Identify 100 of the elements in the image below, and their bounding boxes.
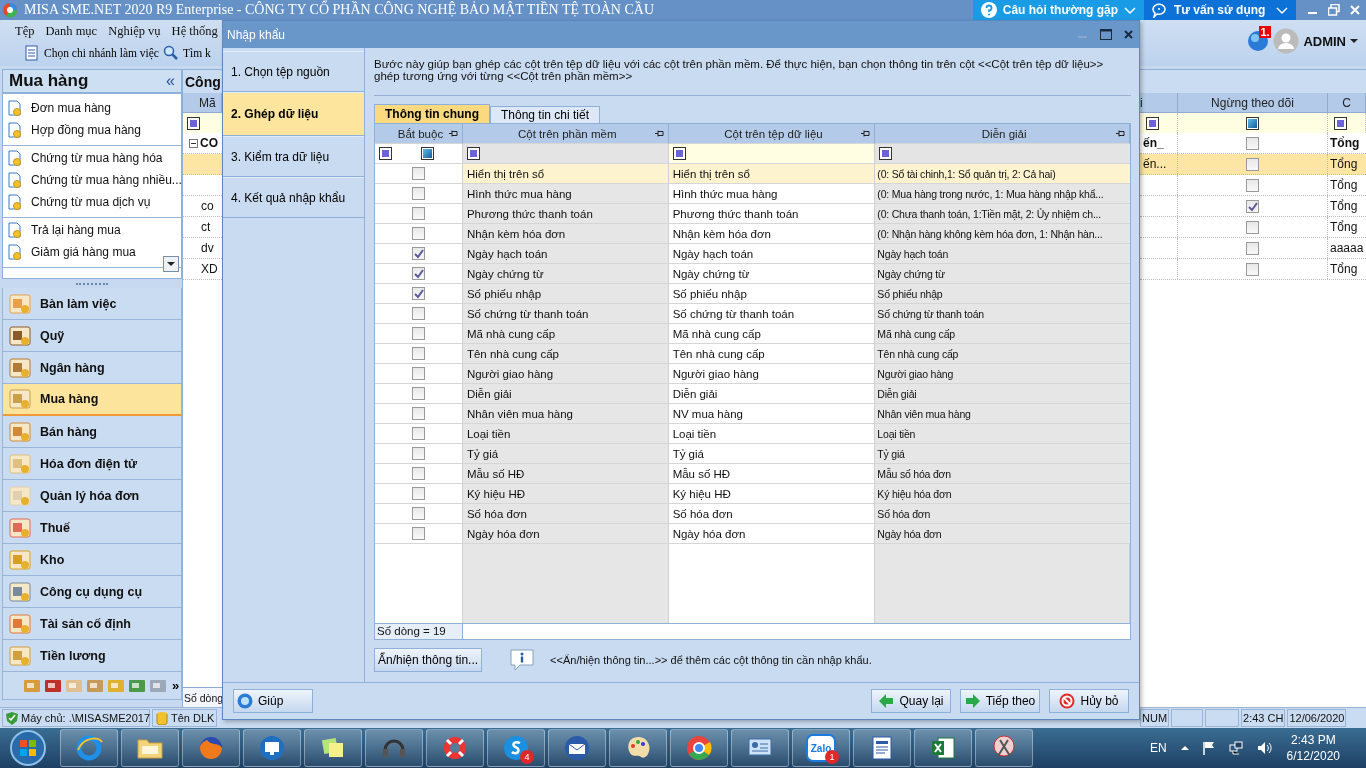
module-tab[interactable]: Công cụ dụng cụ bbox=[2, 576, 182, 608]
checkbox[interactable] bbox=[411, 267, 425, 280]
nav-link[interactable]: Giảm giá hàng mua bbox=[3, 241, 181, 263]
tab[interactable]: Thông tin chung bbox=[374, 104, 490, 123]
filter-toggle-icon[interactable] bbox=[379, 147, 392, 160]
user-name[interactable]: ADMIN bbox=[1303, 33, 1346, 49]
checkbox[interactable] bbox=[411, 527, 425, 540]
module-shortcut-icon[interactable] bbox=[44, 677, 62, 694]
module-tab[interactable]: Hóa đơn điện tử bbox=[2, 448, 182, 480]
table-row[interactable]: Người giao hàng Người giao hàng Người giao hàng bbox=[375, 364, 1130, 384]
menu-item[interactable]: Danh mục bbox=[44, 23, 99, 39]
table-cell[interactable]: Số chứng từ thanh toán bbox=[668, 304, 876, 324]
table-cell[interactable]: Diễn giải bbox=[668, 384, 876, 404]
toolbar-button[interactable]: Tìm k bbox=[163, 45, 211, 61]
checkbox[interactable] bbox=[411, 367, 425, 380]
module-shortcut-icon[interactable] bbox=[128, 677, 146, 694]
filter-toggle-icon[interactable] bbox=[466, 147, 480, 160]
table-row[interactable]: Loại tiền Loại tiền Loại tiền bbox=[375, 424, 1130, 444]
nav-link[interactable]: Đơn mua hàng bbox=[3, 97, 181, 119]
filter-toggle-icon[interactable] bbox=[672, 147, 686, 160]
browser-icon[interactable] bbox=[685, 734, 713, 762]
table-row[interactable]: Số phiếu nhập Số phiếu nhập Số phiếu nhập bbox=[375, 284, 1130, 304]
checkbox[interactable] bbox=[411, 407, 425, 420]
table-row[interactable]: Mã nhà cung cấp Mã nhà cung cấp Mã nhà cung cấp bbox=[375, 324, 1130, 344]
checkbox[interactable] bbox=[411, 227, 425, 240]
table-row[interactable]: Mẫu số HĐ Mẫu số HĐ Mẫu số hóa đơn bbox=[375, 464, 1130, 484]
checkbox[interactable] bbox=[1246, 220, 1259, 234]
checkbox[interactable] bbox=[411, 207, 425, 220]
checkbox[interactable] bbox=[1246, 157, 1259, 171]
module-tab[interactable]: Tài sản cố định bbox=[2, 608, 182, 640]
module-tab[interactable]: Tiền lương bbox=[2, 640, 182, 672]
module-tab[interactable]: Quản lý hóa đơn bbox=[2, 480, 182, 512]
caret-icon[interactable] bbox=[1350, 38, 1358, 44]
table-cell[interactable]: Phương thức thanh toán bbox=[668, 204, 876, 224]
filter-toggle-icon[interactable] bbox=[187, 116, 200, 130]
splitter-grip[interactable] bbox=[76, 282, 108, 285]
collapse-button[interactable]: « bbox=[166, 72, 175, 90]
module-tab[interactable]: Thuế bbox=[2, 512, 182, 544]
table-row[interactable]: Hình thức mua hàng Hình thức mua hàng (0: Mua hàng trong nước, 1: Mua hàng nhập khẩ... bbox=[375, 184, 1130, 204]
checkbox[interactable] bbox=[411, 347, 425, 360]
volume-icon[interactable] bbox=[1256, 741, 1273, 755]
module-tab[interactable]: Quỹ bbox=[2, 320, 182, 352]
table-cell[interactable]: Loại tiền bbox=[668, 424, 876, 444]
close-icon[interactable] bbox=[1124, 30, 1133, 39]
nav-link[interactable]: Hợp đồng mua hàng bbox=[3, 119, 181, 141]
table-cell[interactable]: Mã nhà cung cấp bbox=[668, 324, 876, 344]
monitor-icon[interactable] bbox=[258, 734, 286, 762]
column-header[interactable]: Bắt buộc bbox=[375, 124, 463, 144]
table-cell[interactable]: Hình thức mua hàng bbox=[668, 184, 876, 204]
wizard-step[interactable]: 1. Chọn tệp nguồn bbox=[223, 51, 364, 92]
table-cell[interactable]: Ký hiệu HĐ bbox=[668, 484, 876, 504]
table-row[interactable]: Tên nhà cung cấp Tên nhà cung cấp Tên nhà cung cấp bbox=[375, 344, 1130, 364]
checkbox[interactable] bbox=[411, 167, 425, 180]
chat-app-icon[interactable] bbox=[502, 734, 530, 762]
flag-icon[interactable] bbox=[1202, 741, 1215, 755]
pin-icon[interactable] bbox=[861, 130, 871, 137]
module-tab[interactable]: Bàn làm việc bbox=[2, 288, 182, 320]
module-tab[interactable]: Kho bbox=[2, 544, 182, 576]
wizard-step[interactable]: 4. Kết quả nhập khẩu bbox=[223, 177, 364, 218]
module-tab[interactable]: Mua hàng bbox=[2, 384, 182, 416]
tab[interactable]: Thông tin chi tiết bbox=[490, 106, 601, 123]
filter-toggle-icon[interactable] bbox=[1146, 116, 1159, 130]
column-header[interactable]: Cột trên tệp dữ liệu bbox=[668, 124, 876, 144]
checkbox[interactable] bbox=[411, 187, 425, 200]
column-header[interactable]: Ngừng theo dõi bbox=[1178, 93, 1328, 112]
pin-icon[interactable] bbox=[1116, 130, 1125, 137]
dialog-button[interactable]: Hủy bỏ bbox=[1049, 689, 1129, 713]
chevron-up-icon[interactable] bbox=[1180, 745, 1189, 751]
module-tab[interactable]: Ngân hàng bbox=[2, 352, 182, 384]
pin-icon[interactable] bbox=[448, 130, 458, 137]
table-cell[interactable]: Người giao hàng bbox=[668, 364, 876, 384]
table-cell[interactable]: Ngày chứng từ bbox=[668, 264, 876, 284]
module-tab[interactable]: Bán hàng bbox=[2, 416, 182, 448]
collapse-icon[interactable] bbox=[189, 138, 198, 148]
checkbox[interactable] bbox=[1246, 262, 1259, 276]
checkbox[interactable] bbox=[411, 307, 425, 320]
toggle-columns-button[interactable]: Ẩn/hiện thông tin... bbox=[374, 648, 483, 672]
dialog-button[interactable]: Quay lại bbox=[871, 689, 951, 713]
filter-toggle-icon[interactable] bbox=[1246, 116, 1259, 130]
checkbox[interactable] bbox=[1246, 241, 1259, 255]
nav-link[interactable]: Chứng từ mua hàng hóa bbox=[3, 147, 181, 169]
menu-item[interactable]: Hệ thống bbox=[170, 23, 219, 39]
toolbar-button[interactable]: Chọn chi nhánh làm việc bbox=[24, 45, 159, 61]
network-icon[interactable] bbox=[1228, 741, 1243, 755]
table-cell[interactable]: Số hóa đơn bbox=[668, 504, 876, 524]
language-indicator[interactable]: EN bbox=[1149, 741, 1167, 755]
column-header[interactable]: Cột trên phần mềm bbox=[462, 124, 669, 144]
table-cell[interactable]: Ngày hóa đơn bbox=[668, 524, 876, 544]
table-cell[interactable]: Số phiếu nhập bbox=[668, 284, 876, 304]
restore-icon[interactable] bbox=[1328, 4, 1340, 16]
mail-icon[interactable] bbox=[563, 734, 591, 762]
filter-toggle-icon[interactable] bbox=[420, 147, 434, 160]
table-cell[interactable]: Nhận kèm hóa đơn bbox=[668, 224, 876, 244]
table-row[interactable]: Phương thức thanh toán Phương thức thanh toán (0: Chưa thanh toán, 1:Tiền mặt, 2: Ủy nhiệm ch... bbox=[375, 204, 1130, 224]
maximize-icon[interactable] bbox=[1100, 29, 1112, 40]
table-cell[interactable]: Tên nhà cung cấp bbox=[668, 344, 876, 364]
checkbox[interactable] bbox=[1246, 136, 1259, 150]
checkbox[interactable] bbox=[411, 427, 425, 440]
table-row[interactable]: Nhân viên mua hàng NV mua hàng Nhân viên mua hàng bbox=[375, 404, 1130, 424]
taskbar-app[interactable]: Zalo 1 bbox=[792, 729, 850, 767]
